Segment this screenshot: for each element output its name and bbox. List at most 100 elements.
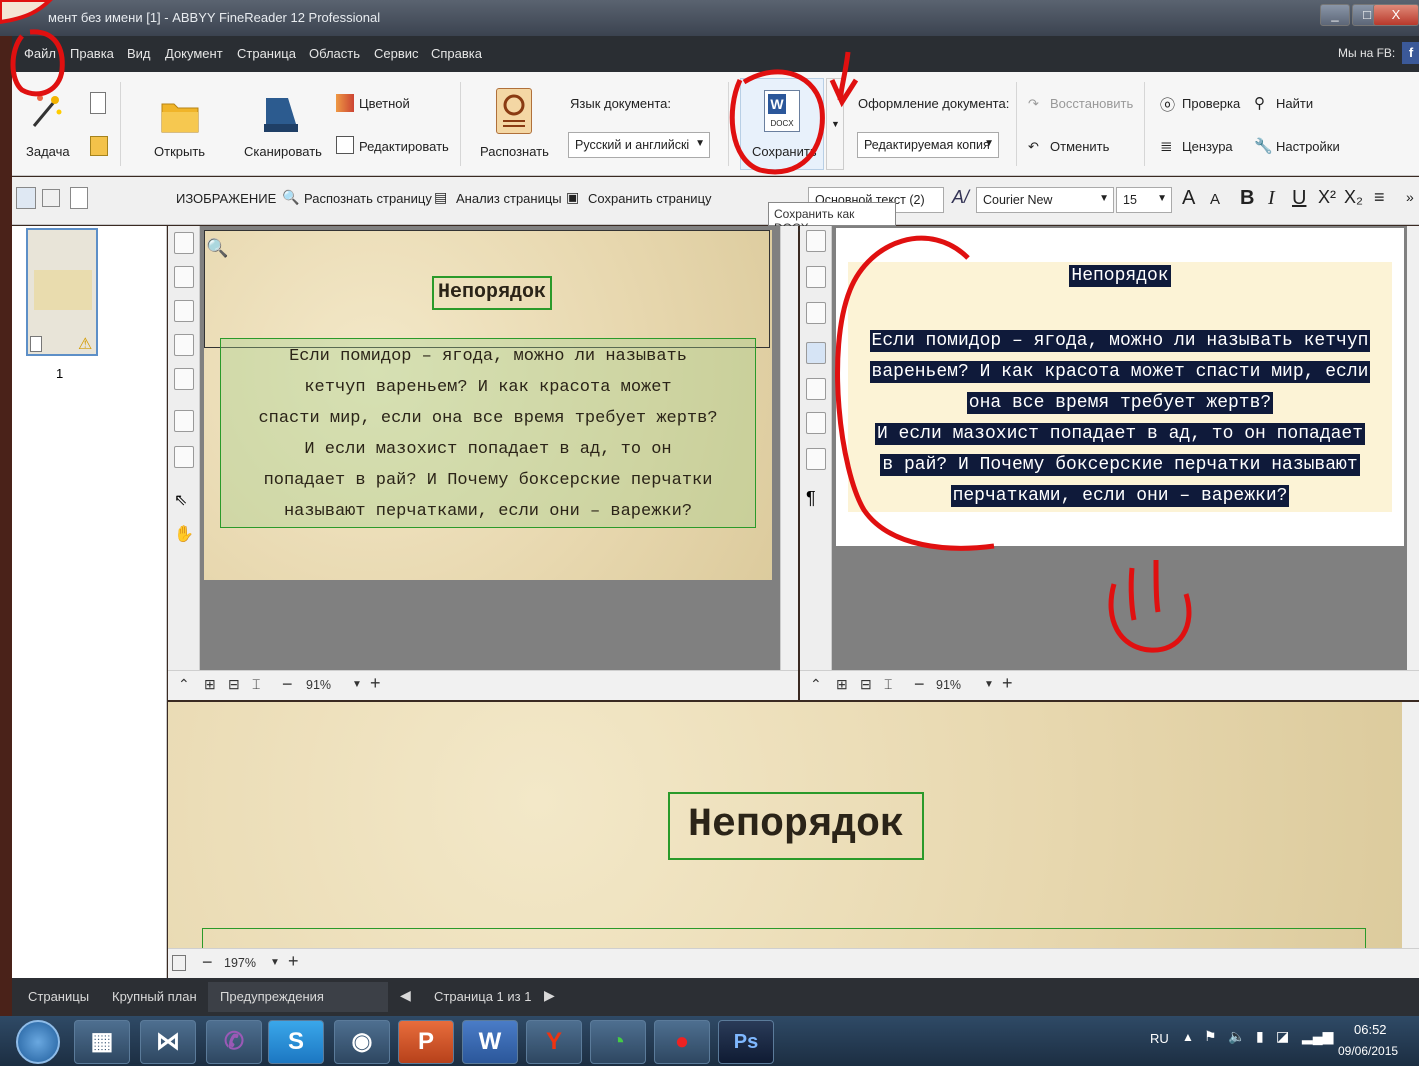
clock-date[interactable]: 09/06/2015 xyxy=(1338,1044,1398,1058)
recognize-label[interactable]: Распознать xyxy=(480,144,549,159)
zoom-in-icon[interactable]: + xyxy=(288,951,299,972)
closeup-heading[interactable]: Непорядок xyxy=(668,792,924,860)
folder-small-icon[interactable] xyxy=(90,136,108,156)
superscript-icon[interactable]: X² xyxy=(1318,187,1336,208)
explorer-icon[interactable]: ▦ xyxy=(74,1020,130,1064)
color-mode-label[interactable]: Цветной xyxy=(359,96,410,111)
save-page-button[interactable]: Сохранить страницу xyxy=(588,191,712,206)
background-picture-tool-icon[interactable] xyxy=(174,300,194,322)
menu-area[interactable]: Область xyxy=(309,46,360,61)
text-tool-5-icon[interactable] xyxy=(806,378,826,400)
subscript-icon[interactable]: X₂ xyxy=(1344,187,1363,208)
order-areas-tool-icon[interactable] xyxy=(174,446,194,468)
chevron-down-icon[interactable]: ▼ xyxy=(270,957,280,968)
text-body[interactable]: Если помидор – ягода, можно ли называть … xyxy=(836,326,1404,512)
doc-format-dropdown[interactable]: Редактируемая копия ▼ xyxy=(857,132,999,158)
text-heading[interactable]: Непорядок xyxy=(1069,265,1171,287)
magic-wand-icon[interactable] xyxy=(28,90,62,130)
barcode-area-tool-icon[interactable] xyxy=(174,368,194,390)
grid-view-icon[interactable] xyxy=(16,187,36,209)
more-chevron-icon[interactable]: » xyxy=(1406,189,1414,205)
zoom-in-icon[interactable]: + xyxy=(370,673,381,694)
closeup-zoom-value[interactable]: 197% xyxy=(224,956,256,970)
chevron-down-icon[interactable]: ▼ xyxy=(984,679,994,690)
page-thumbnail[interactable]: ⚠ xyxy=(26,228,98,356)
menu-edit[interactable]: Правка xyxy=(70,46,114,61)
minimize-button[interactable]: _ xyxy=(1320,4,1350,26)
word-icon[interactable]: W xyxy=(462,1020,518,1064)
clock-time[interactable]: 06:52 xyxy=(1354,1022,1387,1037)
spellcheck-icon[interactable]: ⓞ xyxy=(1160,94,1175,115)
binoculars-icon[interactable]: ⚲ xyxy=(1254,94,1265,112)
text-scrollbar[interactable] xyxy=(1407,226,1419,670)
menu-page[interactable]: Страница xyxy=(237,46,296,61)
text-area-tool-icon[interactable] xyxy=(174,232,194,254)
recognize-icon[interactable] xyxy=(496,88,532,134)
list-view-icon[interactable] xyxy=(42,189,60,207)
edit-image-label[interactable]: Редактировать xyxy=(359,139,449,154)
scanner-icon[interactable] xyxy=(262,94,300,134)
folder-icon[interactable] xyxy=(160,96,200,134)
tray-arrow-icon[interactable]: ▲ xyxy=(1182,1030,1194,1044)
image-zoom-value[interactable]: 91% xyxy=(306,678,331,692)
viber-icon[interactable]: ✆ xyxy=(206,1020,262,1064)
menu-file[interactable]: Файл xyxy=(24,46,56,61)
image-scrollbar[interactable] xyxy=(780,226,798,670)
collapse-icon[interactable]: ⌃ xyxy=(810,676,822,693)
save-page-icon[interactable]: ▣ xyxy=(566,189,579,206)
picture-area-tool-icon[interactable] xyxy=(174,266,194,288)
task-label[interactable]: Задача xyxy=(26,144,70,159)
chevron-down-icon[interactable]: ▼ xyxy=(352,679,362,690)
text-zoom-value[interactable]: 91% xyxy=(936,678,961,692)
text-tool-2-icon[interactable] xyxy=(806,266,826,288)
doc-language-dropdown[interactable]: Русский и английскі ▼ xyxy=(568,132,710,158)
open-label[interactable]: Открыть xyxy=(154,144,205,159)
fit-page-icon[interactable]: ⊞ xyxy=(204,676,216,693)
restore-label[interactable]: Восстановить xyxy=(1050,96,1133,111)
fit-height-icon[interactable]: ⌶ xyxy=(252,676,260,693)
start-button[interactable] xyxy=(16,1020,60,1064)
prev-page-icon[interactable]: ◀ xyxy=(400,987,411,1004)
font-dropdown[interactable]: Courier New ▼ xyxy=(976,187,1114,213)
signal-icon[interactable]: ▂▄▆ xyxy=(1302,1028,1333,1045)
closeup-body-area[interactable] xyxy=(202,928,1366,950)
skype-icon[interactable]: S xyxy=(268,1020,324,1064)
battery-icon[interactable]: ▮ xyxy=(1256,1028,1264,1045)
menu-view[interactable]: Вид xyxy=(127,46,151,61)
fit-width-icon[interactable]: ⊟ xyxy=(228,676,240,693)
text-tool-7-icon[interactable] xyxy=(806,448,826,470)
undo-label[interactable]: Отменить xyxy=(1050,139,1109,154)
flag-icon[interactable]: ⚑ xyxy=(1204,1028,1217,1045)
image-heading[interactable]: Непорядок xyxy=(432,276,552,310)
yandex-icon[interactable]: Y xyxy=(526,1020,582,1064)
pilcrow-icon[interactable]: ¶ xyxy=(806,488,826,510)
color-mode-icon[interactable] xyxy=(336,94,354,112)
text-tool-4-icon[interactable] xyxy=(806,342,826,364)
table-area-tool-icon[interactable] xyxy=(174,334,194,356)
menu-service[interactable]: Сервис xyxy=(374,46,419,61)
save-label[interactable]: Сохранить xyxy=(752,144,817,159)
align-icon[interactable]: ≡ xyxy=(1374,187,1385,208)
zoom-out-icon[interactable]: − xyxy=(202,952,213,973)
text-tool-3-icon[interactable] xyxy=(806,302,826,324)
page-icon[interactable] xyxy=(172,955,186,971)
fit-width-icon[interactable]: ⊟ xyxy=(860,676,872,693)
language-indicator[interactable]: RU xyxy=(1150,1031,1169,1046)
bandicam-icon[interactable]: ● xyxy=(654,1020,710,1064)
bold-icon[interactable]: B xyxy=(1240,187,1254,210)
analyze-page-icon[interactable]: ▤ xyxy=(434,189,447,206)
scan-label[interactable]: Сканировать xyxy=(244,144,322,159)
page-settings-icon[interactable] xyxy=(70,187,88,209)
check-label[interactable]: Проверка xyxy=(1182,96,1240,111)
fit-page-icon[interactable]: ⊞ xyxy=(836,676,848,693)
underline-icon[interactable]: U xyxy=(1292,187,1306,210)
volume-icon[interactable]: 🔈 xyxy=(1228,1028,1245,1045)
photoshop-icon[interactable]: Ps xyxy=(718,1020,774,1064)
redo-icon[interactable]: ↷ xyxy=(1028,96,1039,112)
menu-help[interactable]: Справка xyxy=(431,46,482,61)
tab-closeup[interactable]: Крупный план xyxy=(112,989,197,1004)
edit-image-icon[interactable] xyxy=(336,136,354,154)
italic-icon[interactable]: I xyxy=(1268,187,1275,210)
visual-studio-icon[interactable]: ⋈ xyxy=(140,1020,196,1064)
menu-document[interactable]: Документ xyxy=(165,46,223,61)
